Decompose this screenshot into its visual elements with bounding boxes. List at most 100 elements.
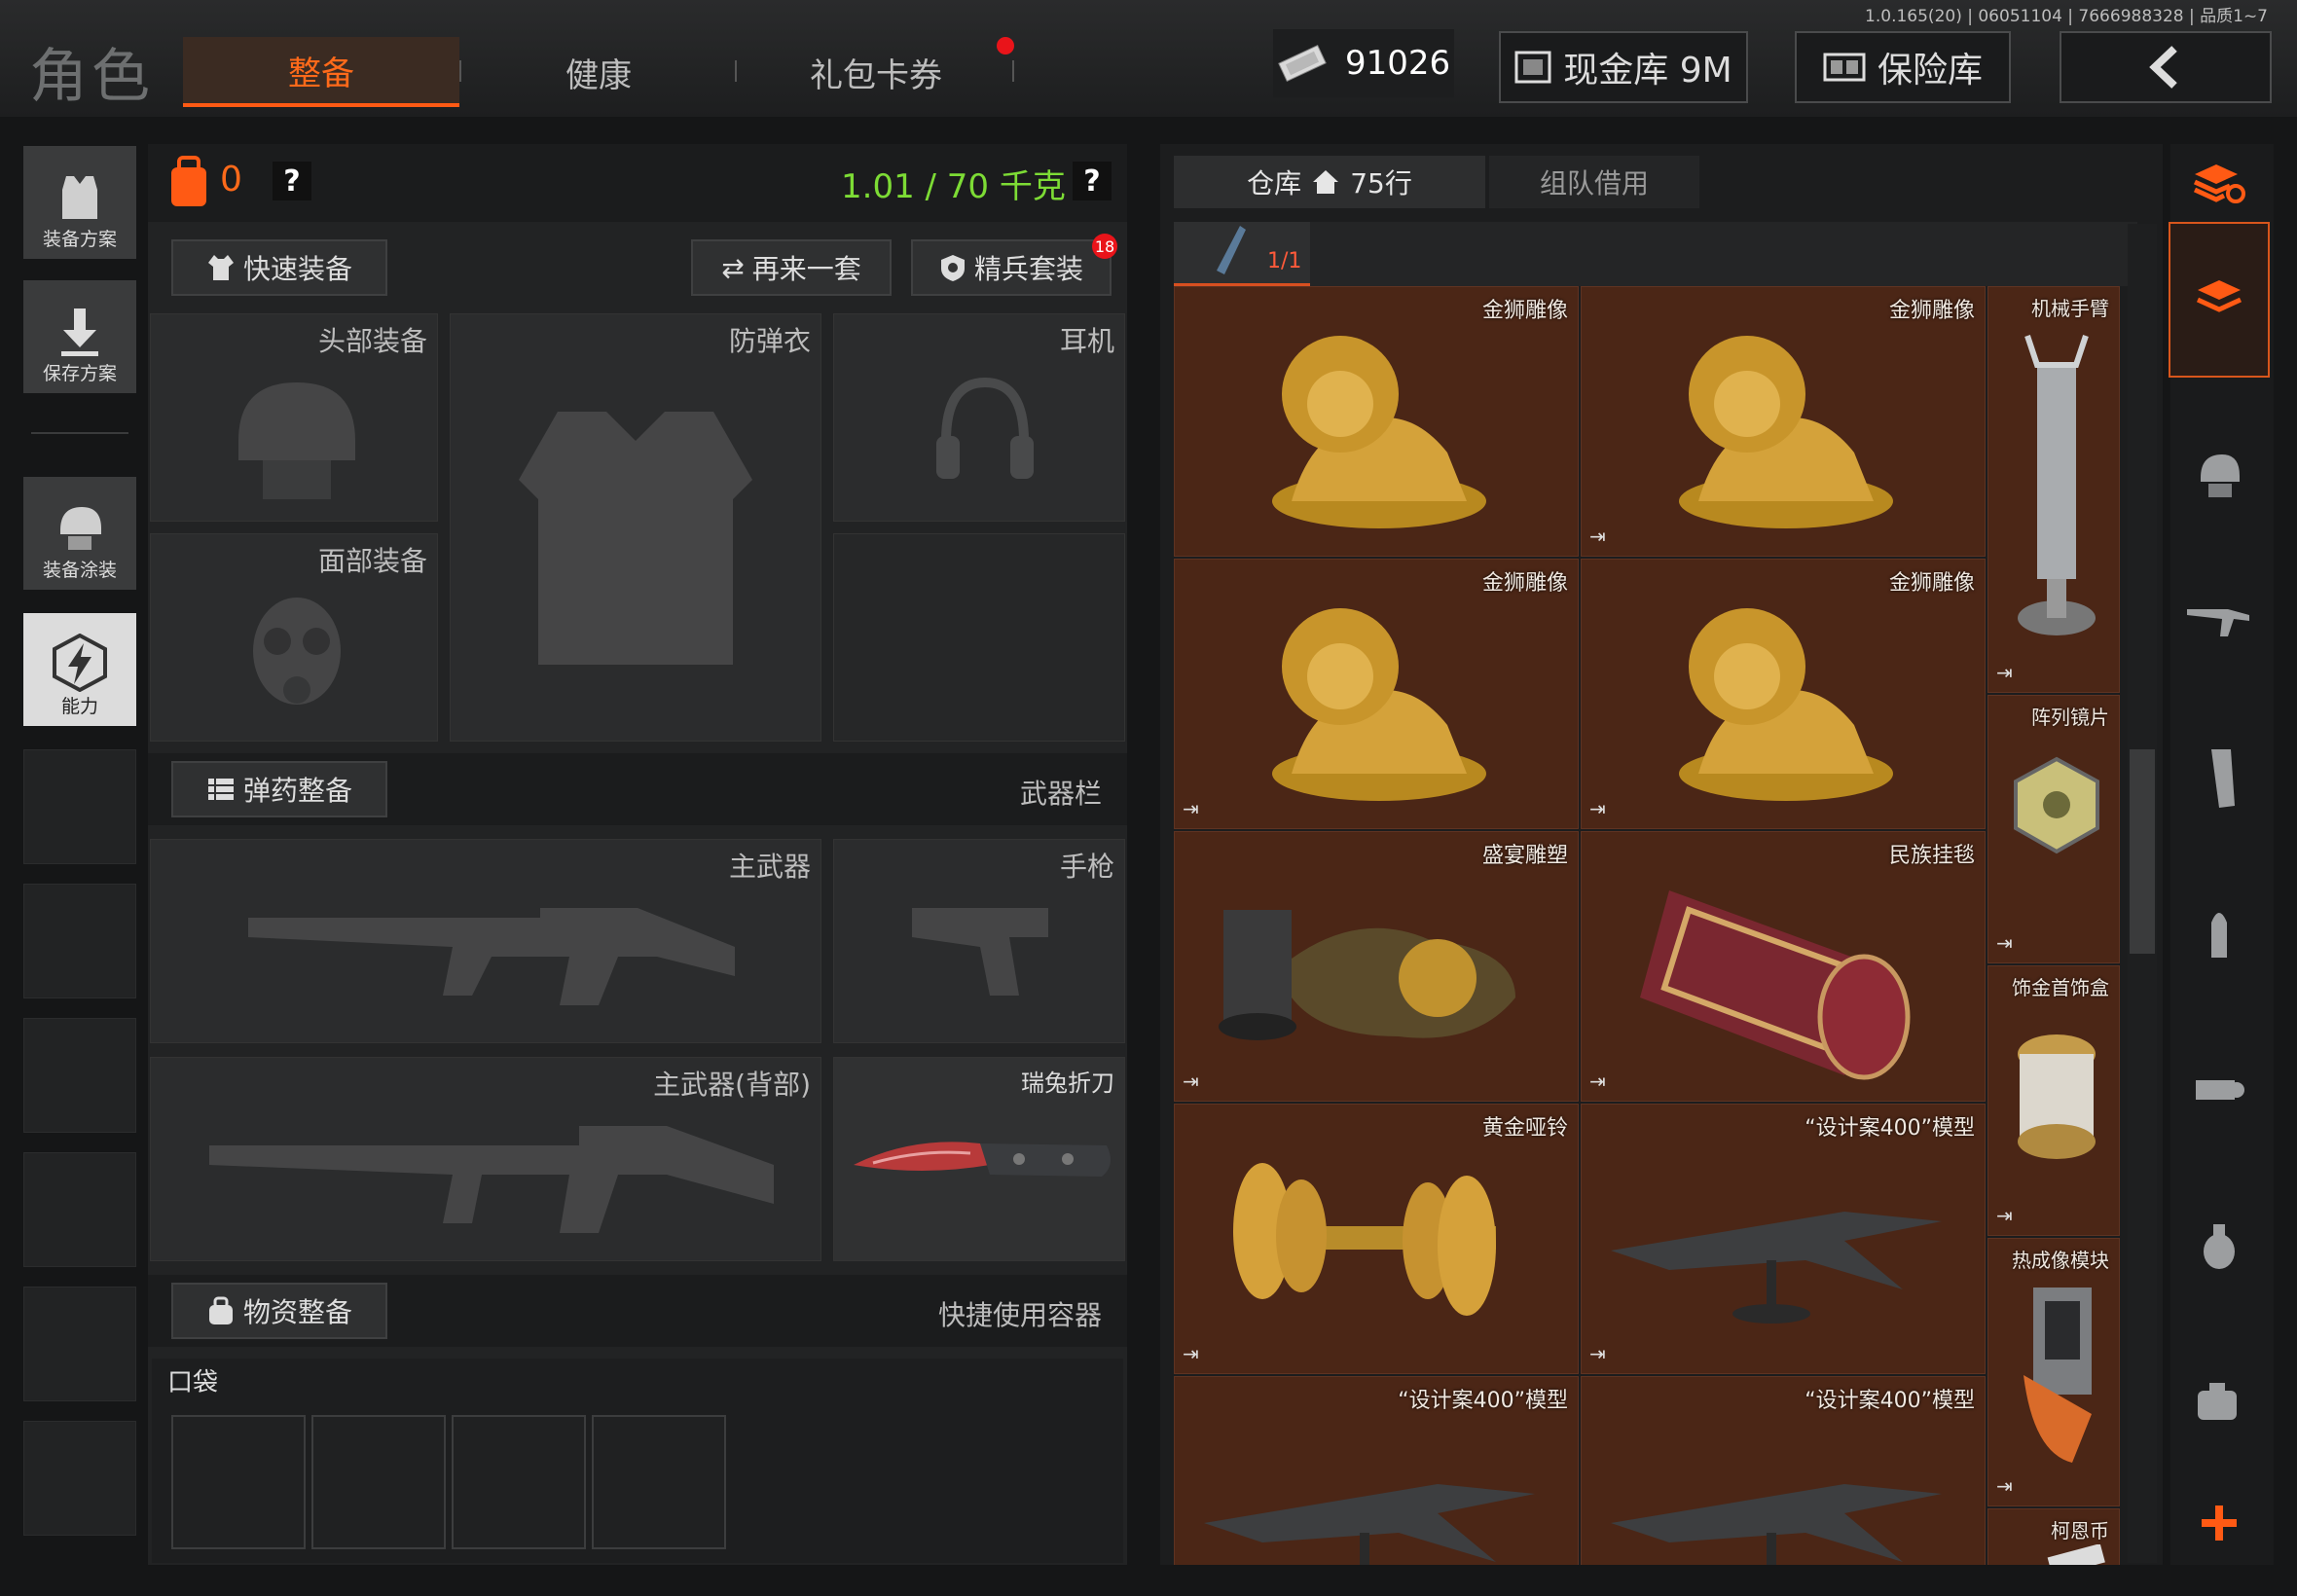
move-out-icon[interactable]: ⇥ [1183, 1070, 1199, 1093]
shield-icon [940, 255, 965, 281]
item-jewelry-box[interactable]: 饰金首饰盒 ⇥ [1987, 965, 2120, 1236]
slot-label: 主武器(背部) [653, 1069, 811, 1101]
slot-label: 面部装备 [317, 545, 427, 577]
move-out-icon[interactable]: ⇥ [1996, 931, 2013, 955]
face-equip-slot[interactable]: 面部装备 [150, 533, 438, 742]
scrollbar-thumb[interactable] [2130, 749, 2155, 954]
tab-health[interactable]: 健康 [467, 37, 730, 107]
sidebar-item-loadout-plan[interactable]: 装备方案 [23, 146, 136, 259]
jet-model-icon [1611, 1212, 1942, 1324]
pocket-slot[interactable] [452, 1415, 586, 1549]
move-out-icon[interactable]: ⇥ [1589, 1342, 1606, 1365]
sidebar-item-label: 保存方案 [42, 363, 117, 384]
mech-arm-icon [2018, 335, 2096, 635]
cash-vault-button[interactable]: 现金库 9M [1499, 31, 1748, 103]
category-ammo[interactable] [2169, 866, 2270, 1002]
quick-container-label: 快捷使用容器 [938, 1299, 1103, 1331]
category-armor[interactable] [2169, 407, 2270, 543]
item-gold-dumbbell[interactable]: 黄金哑铃 ⇥ [1174, 1104, 1579, 1374]
pocket-slot[interactable] [171, 1415, 306, 1549]
knife-slot[interactable]: 瑞兔折刀 [833, 1057, 1125, 1261]
armor-slot[interactable]: 防弹衣 [450, 313, 821, 742]
category-all[interactable] [2169, 222, 2270, 378]
lion-statue-icon [1272, 608, 1486, 801]
headset-slot[interactable]: 耳机 [833, 313, 1125, 522]
jewelry-box-icon [2018, 1034, 2096, 1159]
ammo-equip-button[interactable]: 弹药整备 [171, 761, 387, 817]
jet-model-icon [1204, 1484, 1535, 1565]
item-name: “设计案400”模型 [1805, 1116, 1975, 1141]
ammo-equip-label: 弹药整备 [242, 775, 352, 807]
sidebar-empty-slot [23, 749, 136, 864]
item-design-400-model[interactable]: “设计案400”模型 ⇥ [1581, 1104, 1986, 1374]
supply-bag-icon [208, 1296, 233, 1324]
move-out-icon[interactable]: ⇥ [1589, 525, 1606, 548]
coin-icon [2047, 1544, 2105, 1565]
sidebar-empty-slot [23, 1421, 136, 1536]
item-gold-lion[interactable]: 金狮雕像 ⇥ [1174, 559, 1579, 829]
item-ethnic-tapestry[interactable]: 民族挂毯 ⇥ [1581, 831, 1986, 1102]
move-out-icon[interactable]: ⇥ [1183, 797, 1199, 820]
item-name: 热成像模块 [2012, 1249, 2109, 1272]
tab-equip[interactable]: 整备 [183, 37, 459, 107]
item-gold-lion[interactable]: 金狮雕像 ⇥ [1581, 559, 1986, 829]
refresh-icon: ⇄ [721, 251, 745, 284]
sort-button[interactable] [2169, 134, 2270, 232]
weight-help-button[interactable]: ? [1073, 162, 1112, 200]
page-tab[interactable]: 1/1 [1174, 222, 1310, 286]
supply-equip-button[interactable]: 物资整备 [171, 1283, 387, 1339]
quick-equip-button[interactable]: 快速装备 [171, 239, 387, 296]
tapestry-icon [1640, 890, 1911, 1080]
page-strip [1174, 222, 2137, 286]
item-koen-coin[interactable]: 柯恩币 [1987, 1508, 2120, 1565]
move-out-icon[interactable]: ⇥ [1183, 1342, 1199, 1365]
item-thermal-module[interactable]: 热成像模块 ⇥ [1987, 1238, 2120, 1506]
item-feast-sculpture[interactable]: 盛宴雕塑 ⇥ [1174, 831, 1579, 1102]
array-lens-icon [2014, 756, 2099, 854]
item-name: 阵列镜片 [2031, 706, 2109, 729]
tab-team-borrow[interactable]: 组队借用 [1489, 156, 1699, 208]
sidebar-item-ability[interactable]: 能力 [23, 613, 136, 726]
item-mech-arm[interactable]: 机械手臂 ⇥ [1987, 286, 2120, 693]
item-array-lens[interactable]: 阵列镜片 ⇥ [1987, 695, 2120, 963]
category-magazines[interactable] [2169, 710, 2270, 847]
medkit-icon [2198, 1383, 2237, 1420]
back-weapon-slot[interactable]: 主武器(背部) [150, 1057, 821, 1261]
pocket-slot[interactable] [592, 1415, 726, 1549]
safe-button[interactable]: 保险库 [1795, 31, 2011, 103]
category-consumables[interactable] [2169, 1333, 2270, 1469]
pocket-slot[interactable] [311, 1415, 446, 1549]
item-design-400-model[interactable]: “设计案400”模型 [1581, 1376, 1986, 1565]
reroll-button[interactable]: ⇄ 再来一套 [691, 239, 892, 296]
category-weapons[interactable] [2169, 553, 2270, 689]
primary-weapon-slot[interactable]: 主武器 [150, 839, 821, 1043]
category-attachments[interactable] [2169, 1022, 2270, 1158]
tab-gift-coupons[interactable]: 礼包卡券 [742, 37, 1010, 107]
item-name: “设计案400”模型 [1805, 1389, 1975, 1413]
item-gold-lion[interactable]: 金狮雕像 ⇥ [1581, 286, 1986, 557]
sidebar-item-equip-paint[interactable]: 装备涂装 [23, 477, 136, 590]
tab-storage[interactable]: 仓库 75行 [1174, 156, 1485, 208]
elite-set-button[interactable]: 精兵套装 [911, 239, 1112, 296]
sidebar-item-label: 装备方案 [42, 229, 117, 250]
back-button[interactable] [2060, 31, 2272, 103]
move-out-icon[interactable]: ⇥ [1996, 1204, 2013, 1227]
move-out-icon[interactable]: ⇥ [1589, 1070, 1606, 1093]
item-design-400-model[interactable]: “设计案400”模型 [1174, 1376, 1579, 1565]
move-out-icon[interactable]: ⇥ [1996, 661, 2013, 684]
home-icon [1313, 170, 1339, 194]
help-button[interactable]: ? [273, 162, 311, 200]
rifle-icon [248, 908, 735, 1005]
sidebar-item-save-plan[interactable]: 保存方案 [23, 280, 136, 393]
category-throwables[interactable] [2169, 1178, 2270, 1314]
elite-set-badge: 18 [1092, 234, 1117, 259]
pistol-slot[interactable]: 手枪 [833, 839, 1125, 1043]
head-equip-slot[interactable]: 头部装备 [150, 313, 438, 522]
feast-sculpture-icon [1219, 910, 1515, 1040]
move-out-icon[interactable]: ⇥ [1996, 1474, 2013, 1498]
warehouse-scrollbar[interactable] [2128, 224, 2157, 1563]
add-category-button[interactable] [2169, 1479, 2270, 1567]
slot-label: 瑞兔折刀 [1021, 1070, 1114, 1097]
item-gold-lion[interactable]: 金狮雕像 [1174, 286, 1579, 557]
move-out-icon[interactable]: ⇥ [1589, 797, 1606, 820]
